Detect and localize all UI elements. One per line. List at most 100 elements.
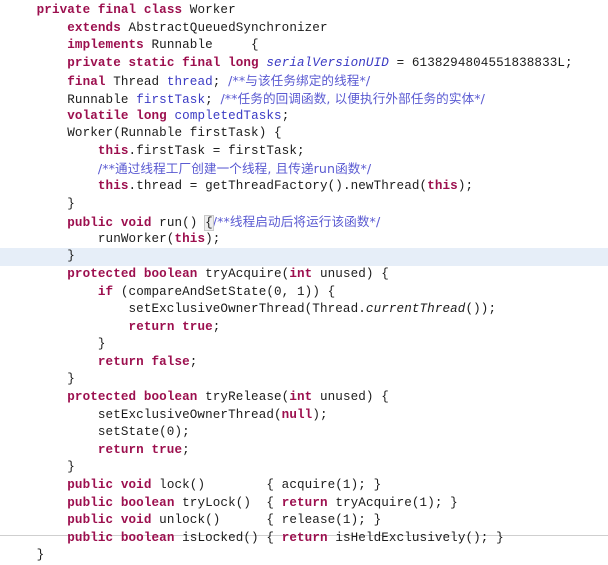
- code-token-field: completedTasks: [174, 108, 282, 123]
- code-line[interactable]: protected boolean tryRelease(int unused)…: [0, 389, 608, 407]
- code-line[interactable]: final Thread thread; /**与该任务绑定的线程*/: [0, 72, 608, 90]
- code-line[interactable]: Worker(Runnable firstTask) {: [0, 125, 608, 143]
- code-line[interactable]: private final class Worker: [0, 2, 608, 20]
- code-line[interactable]: this.thread = getThreadFactory().newThre…: [0, 178, 608, 196]
- code-line-list: private final class Worker extends Abstr…: [0, 2, 608, 565]
- code-token-plain: ;: [212, 319, 221, 334]
- code-line[interactable]: return true;: [0, 319, 608, 337]
- code-line[interactable]: }: [0, 371, 608, 389]
- code-token-plain: ;: [189, 354, 198, 369]
- code-token-plain: .thread = getThreadFactory().newThread(: [128, 178, 428, 193]
- code-token-plain: }: [6, 249, 75, 264]
- code-token-kw: final: [67, 75, 106, 90]
- code-line[interactable]: return false;: [0, 354, 608, 372]
- code-line[interactable]: public void run() {/**线程启动后将运行该函数*/: [0, 213, 608, 232]
- code-line[interactable]: /**通过线程工厂创建一个线程, 且传递run函数*/: [0, 160, 608, 178]
- code-token-plain: tryLock() {: [174, 495, 282, 510]
- code-token-plain: unused) {: [312, 390, 389, 405]
- code-line[interactable]: public boolean tryLock() { return tryAcq…: [0, 495, 608, 513]
- code-token-plain: ;: [565, 55, 573, 70]
- code-line[interactable]: protected boolean tryAcquire(int unused)…: [0, 266, 608, 284]
- code-token-plain: }: [6, 460, 75, 475]
- code-line[interactable]: }: [0, 547, 608, 565]
- code-line[interactable]: runWorker(this);: [0, 231, 608, 249]
- code-token-plain: run(): [151, 216, 206, 231]
- code-line[interactable]: setState(0);: [0, 424, 608, 442]
- code-token-plain: Runnable: [6, 92, 137, 107]
- code-line[interactable]: setExclusiveOwnerThread(null);: [0, 407, 608, 425]
- code-token-plain: );: [205, 231, 221, 246]
- code-token-field: firstTask: [136, 92, 206, 107]
- code-token-kw: return: [281, 495, 328, 510]
- code-token-kw: int: [289, 390, 313, 405]
- code-token-kw: private final class: [36, 3, 183, 17]
- code-line[interactable]: return true;: [0, 442, 608, 460]
- code-token-kw: public void: [67, 478, 152, 493]
- code-token-plain: }: [6, 196, 75, 211]
- code-line[interactable]: public void lock() { acquire(1); }: [0, 477, 608, 495]
- code-line[interactable]: implements Runnable {: [0, 37, 608, 55]
- code-token-plain: =: [388, 55, 412, 70]
- code-line[interactable]: if (compareAndSetState(0, 1)) {: [0, 284, 608, 302]
- code-token-kw: public boolean: [67, 495, 175, 510]
- code-token-plain: ());: [465, 302, 497, 317]
- code-token-kw: null: [281, 407, 313, 422]
- code-token-plain: ;: [205, 92, 221, 107]
- code-token-kw: int: [289, 266, 313, 281]
- code-token-plain: (compareAndSetState(0, 1)) {: [113, 284, 336, 299]
- code-line[interactable]: public boolean isLocked() { return isHel…: [0, 530, 608, 548]
- code-token-plain: tryAcquire(1); }: [327, 495, 458, 510]
- code-line[interactable]: this.firstTask = firstTask;: [0, 143, 608, 161]
- code-token-kw: if: [97, 284, 114, 299]
- code-token-plain: }: [6, 372, 75, 387]
- code-line[interactable]: }: [0, 459, 608, 477]
- code-token-plain: ;: [281, 108, 290, 123]
- code-token-kw: this: [97, 178, 129, 193]
- code-viewer[interactable]: private final class Worker extends Abstr…: [0, 0, 608, 562]
- code-token-plain: unlock() { release(1); }: [151, 513, 382, 528]
- code-token-kw: protected boolean: [67, 390, 198, 405]
- code-token-plain: Worker(Runnable firstTask) {: [6, 126, 282, 141]
- code-line[interactable]: public void unlock() { release(1); }: [0, 512, 608, 530]
- code-token-brace-match: {: [204, 215, 214, 232]
- code-line[interactable]: }: [0, 248, 608, 266]
- code-token-plain: Thread: [105, 75, 167, 90]
- code-token-comment: /**通过线程工厂创建一个线程, 且传递run函数*/: [97, 161, 372, 177]
- code-token-kw: private static final long: [67, 55, 259, 70]
- code-line[interactable]: volatile long completedTasks;: [0, 108, 608, 126]
- code-line[interactable]: extends AbstractQueuedSynchronizer: [0, 20, 608, 38]
- code-token-kw: return true: [128, 319, 213, 334]
- code-line[interactable]: }: [0, 336, 608, 354]
- code-token-kw: public boolean: [67, 530, 175, 545]
- code-token-plain: Runnable {: [143, 38, 259, 53]
- code-token-plain: setState(0);: [6, 425, 190, 440]
- code-token-plain: AbstractQueuedSynchronizer: [120, 20, 328, 35]
- code-line[interactable]: private static final long serialVersionU…: [0, 55, 608, 73]
- code-line[interactable]: }: [0, 196, 608, 214]
- code-token-kw: protected boolean: [67, 266, 198, 281]
- code-token-plain: );: [457, 178, 474, 193]
- code-token-plain: ;: [182, 442, 190, 457]
- code-token-plain: .firstTask = firstTask;: [128, 143, 305, 158]
- code-token-static-call: currentThread: [365, 302, 466, 317]
- code-token-kw: volatile long: [67, 108, 167, 123]
- code-line[interactable]: setExclusiveOwnerThread(Thread.currentTh…: [0, 301, 608, 319]
- code-token-kw: public void: [67, 216, 152, 231]
- code-line[interactable]: Runnable firstTask; /**任务的回调函数, 以便执行外部任务…: [0, 90, 608, 108]
- code-token-comment: /**与该任务绑定的线程*/: [228, 73, 371, 89]
